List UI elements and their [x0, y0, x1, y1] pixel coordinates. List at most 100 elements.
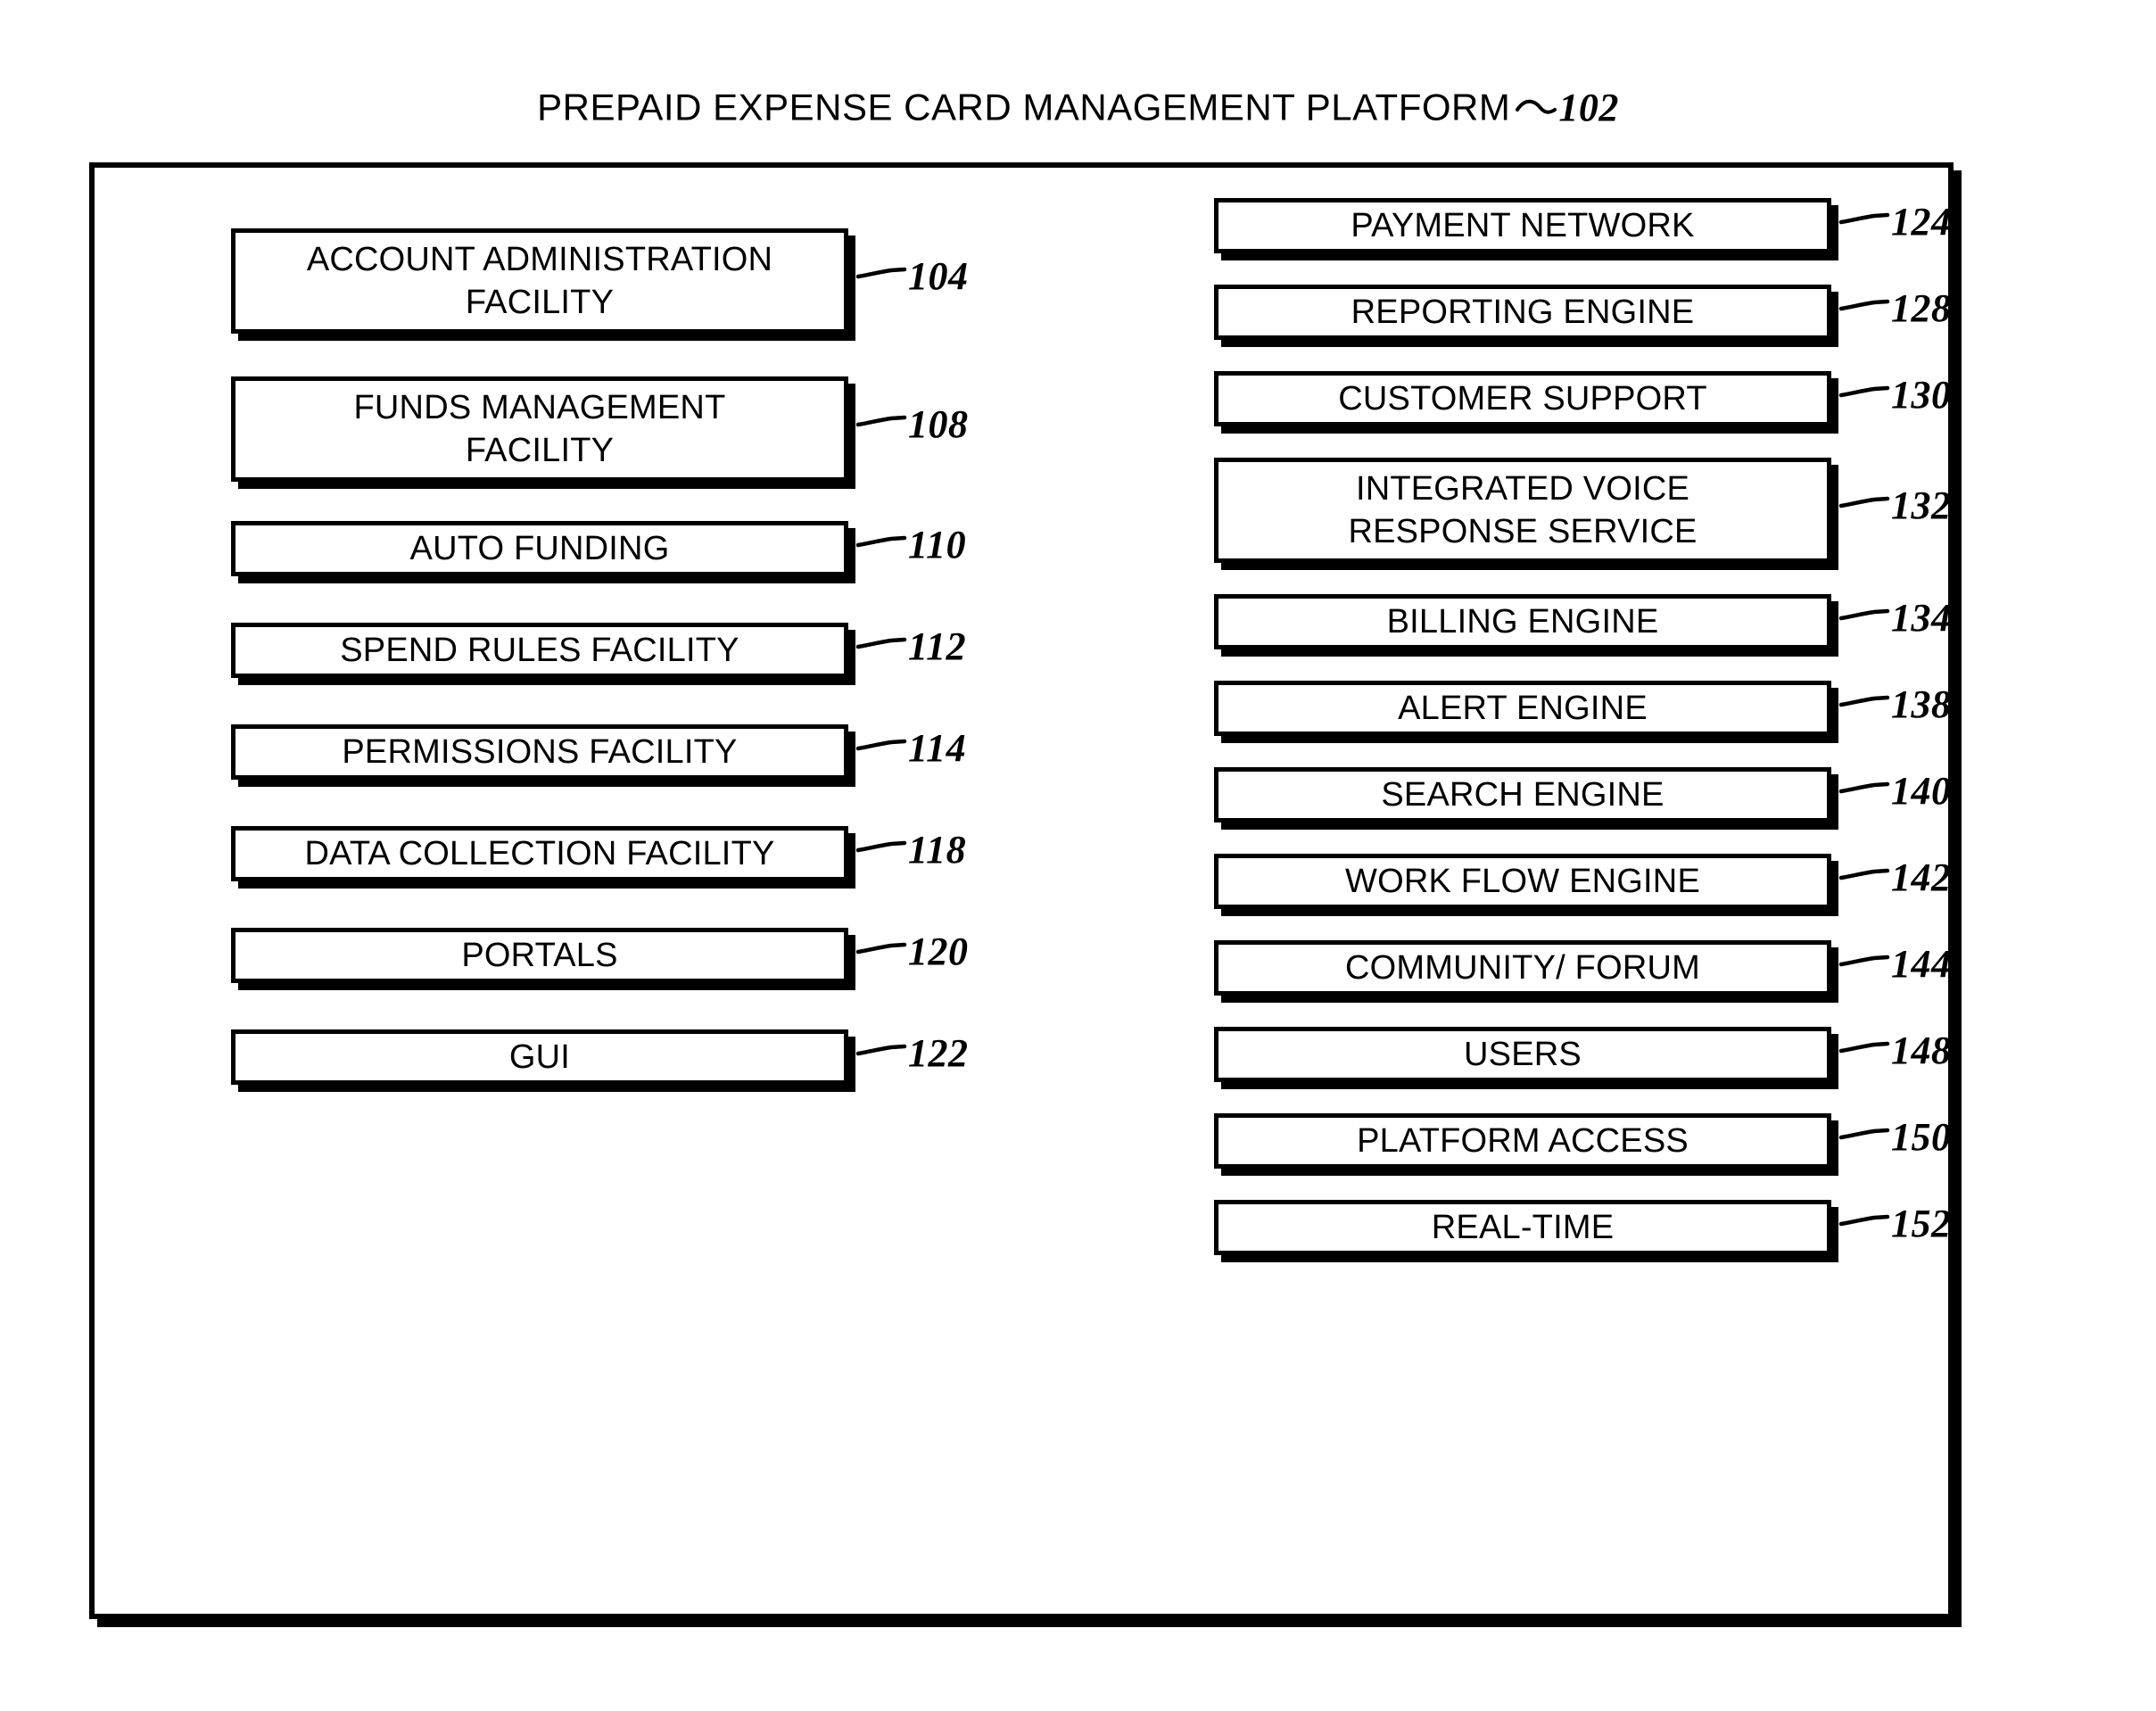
- module-box-auto-funding[interactable]: AUTO FUNDING: [231, 521, 848, 576]
- module-box-account-administration-facility[interactable]: ACCOUNT ADMINISTRATION FACILITY: [231, 228, 848, 334]
- module-box-work-flow-engine[interactable]: WORK FLOW ENGINE: [1214, 854, 1831, 909]
- reference-callout: 124: [1838, 199, 1952, 244]
- reference-callout: 104: [855, 253, 969, 299]
- reference-number: 150: [1891, 1115, 1952, 1159]
- reference-number: 118: [908, 828, 967, 872]
- module-box-permissions-facility[interactable]: PERMISSIONS FACILITY: [231, 724, 848, 780]
- module-label: PERMISSIONS FACILITY: [342, 733, 738, 771]
- reference-number: 104: [908, 254, 969, 298]
- reference-callout: 148: [1838, 1028, 1952, 1073]
- module-label: ACCOUNT ADMINISTRATION FACILITY: [306, 241, 773, 321]
- module-label: PORTALS: [461, 937, 618, 974]
- module-label: DATA COLLECTION FACILITY: [304, 835, 775, 872]
- reference-callout: 130: [1838, 372, 1952, 417]
- reference-number: 132: [1891, 484, 1952, 527]
- leader-line-icon: [1838, 212, 1890, 224]
- module-label: SPEND RULES FACILITY: [340, 632, 739, 669]
- reference-callout: 122: [855, 1030, 969, 1076]
- module-box-gui[interactable]: GUI: [231, 1029, 848, 1085]
- module-box-reporting-engine[interactable]: REPORTING ENGINE: [1214, 285, 1831, 340]
- reference-callout: 118: [855, 827, 966, 872]
- leader-line-icon: [1838, 695, 1890, 707]
- reference-number: 144: [1891, 942, 1952, 986]
- leader-line-icon: [855, 739, 907, 750]
- module-label: SEARCH ENGINE: [1381, 776, 1664, 814]
- module-label: GUI: [508, 1038, 571, 1076]
- module-box-payment-network[interactable]: PAYMENT NETWORK: [1214, 198, 1831, 253]
- reference-number: 142: [1891, 856, 1952, 899]
- reference-callout: 152: [1838, 1201, 1952, 1246]
- leader-line-icon: [855, 637, 907, 649]
- leader-line-icon: [1838, 608, 1890, 620]
- reference-number: 120: [908, 930, 969, 973]
- leader-line-icon: [1838, 1041, 1890, 1053]
- module-label: COMMUNITY/ FORUM: [1345, 949, 1700, 987]
- module-label: AUTO FUNDING: [409, 530, 670, 567]
- reference-number: 112: [908, 624, 967, 668]
- tilde-leader-icon: [1516, 99, 1557, 114]
- leader-line-icon: [855, 267, 907, 278]
- module-box-search-engine[interactable]: SEARCH ENGINE: [1214, 767, 1831, 822]
- reference-callout: 110: [855, 522, 966, 567]
- leader-line-icon: [1838, 385, 1890, 397]
- reference-callout: 144: [1838, 941, 1952, 987]
- module-box-integrated-voice-response-service[interactable]: INTEGRATED VOICE RESPONSE SERVICE: [1214, 458, 1831, 563]
- leader-line-icon: [1838, 1128, 1890, 1139]
- platform-container: ACCOUNT ADMINISTRATION FACILITY 104 FUND…: [89, 162, 1954, 1619]
- module-box-real-time[interactable]: REAL-TIME: [1214, 1200, 1831, 1255]
- module-label: CUSTOMER SUPPORT: [1338, 380, 1707, 417]
- module-box-portals[interactable]: PORTALS: [231, 928, 848, 983]
- reference-number: 110: [908, 523, 967, 566]
- reference-number: 122: [908, 1031, 969, 1075]
- reference-callout: 142: [1838, 855, 1952, 900]
- leader-line-icon: [855, 535, 907, 547]
- leader-line-icon: [1838, 1214, 1890, 1226]
- module-label: BILLING ENGINE: [1386, 603, 1659, 641]
- reference-number: 148: [1891, 1029, 1952, 1072]
- leader-line-icon: [1838, 496, 1890, 508]
- module-box-community-forum[interactable]: COMMUNITY/ FORUM: [1214, 940, 1831, 996]
- reference-number: 130: [1891, 373, 1952, 417]
- module-label: INTEGRATED VOICE RESPONSE SERVICE: [1348, 470, 1698, 550]
- module-box-alert-engine[interactable]: ALERT ENGINE: [1214, 681, 1831, 736]
- reference-callout: 114: [855, 725, 966, 771]
- title-reference-callout: 102: [1516, 85, 1619, 130]
- reference-callout: 120: [855, 929, 969, 974]
- module-box-customer-support[interactable]: CUSTOMER SUPPORT: [1214, 371, 1831, 426]
- module-label: FUNDS MANAGEMENT FACILITY: [353, 389, 726, 469]
- module-box-spend-rules-facility[interactable]: SPEND RULES FACILITY: [231, 623, 848, 678]
- leader-line-icon: [855, 415, 907, 426]
- leader-line-icon: [855, 1044, 907, 1055]
- reference-number: 140: [1891, 769, 1952, 813]
- reference-number: 134: [1891, 596, 1952, 640]
- reference-number: 152: [1891, 1202, 1952, 1245]
- module-label: USERS: [1464, 1036, 1582, 1073]
- reference-number: 124: [1891, 200, 1952, 244]
- leader-line-icon: [1838, 781, 1890, 793]
- reference-callout: 132: [1838, 483, 1952, 528]
- reference-callout: 150: [1838, 1114, 1952, 1160]
- module-label: ALERT ENGINE: [1398, 690, 1648, 727]
- module-box-users[interactable]: USERS: [1214, 1027, 1831, 1082]
- module-label: REPORTING ENGINE: [1351, 293, 1695, 331]
- leader-line-icon: [1838, 299, 1890, 310]
- module-box-platform-access[interactable]: PLATFORM ACCESS: [1214, 1113, 1831, 1169]
- module-label: PAYMENT NETWORK: [1351, 207, 1695, 244]
- reference-number: 108: [908, 402, 969, 446]
- leader-line-icon: [1838, 868, 1890, 880]
- module-box-billing-engine[interactable]: BILLING ENGINE: [1214, 594, 1831, 649]
- leader-line-icon: [855, 840, 907, 852]
- reference-number: 114: [908, 726, 967, 770]
- leader-line-icon: [855, 942, 907, 954]
- module-box-data-collection-facility[interactable]: DATA COLLECTION FACILITY: [231, 826, 848, 881]
- reference-number: 128: [1891, 286, 1952, 330]
- leader-line-icon: [1838, 955, 1890, 966]
- reference-callout: 140: [1838, 768, 1952, 814]
- module-box-funds-management-facility[interactable]: FUNDS MANAGEMENT FACILITY: [231, 376, 848, 482]
- module-label: WORK FLOW ENGINE: [1345, 863, 1700, 900]
- figure-title: PREPAID EXPENSE CARD MANAGEMENT PLATFORM…: [0, 85, 2156, 130]
- module-label: REAL-TIME: [1431, 1209, 1615, 1246]
- module-label: PLATFORM ACCESS: [1357, 1122, 1689, 1160]
- reference-callout: 134: [1838, 595, 1952, 641]
- reference-callout: 108: [855, 401, 969, 447]
